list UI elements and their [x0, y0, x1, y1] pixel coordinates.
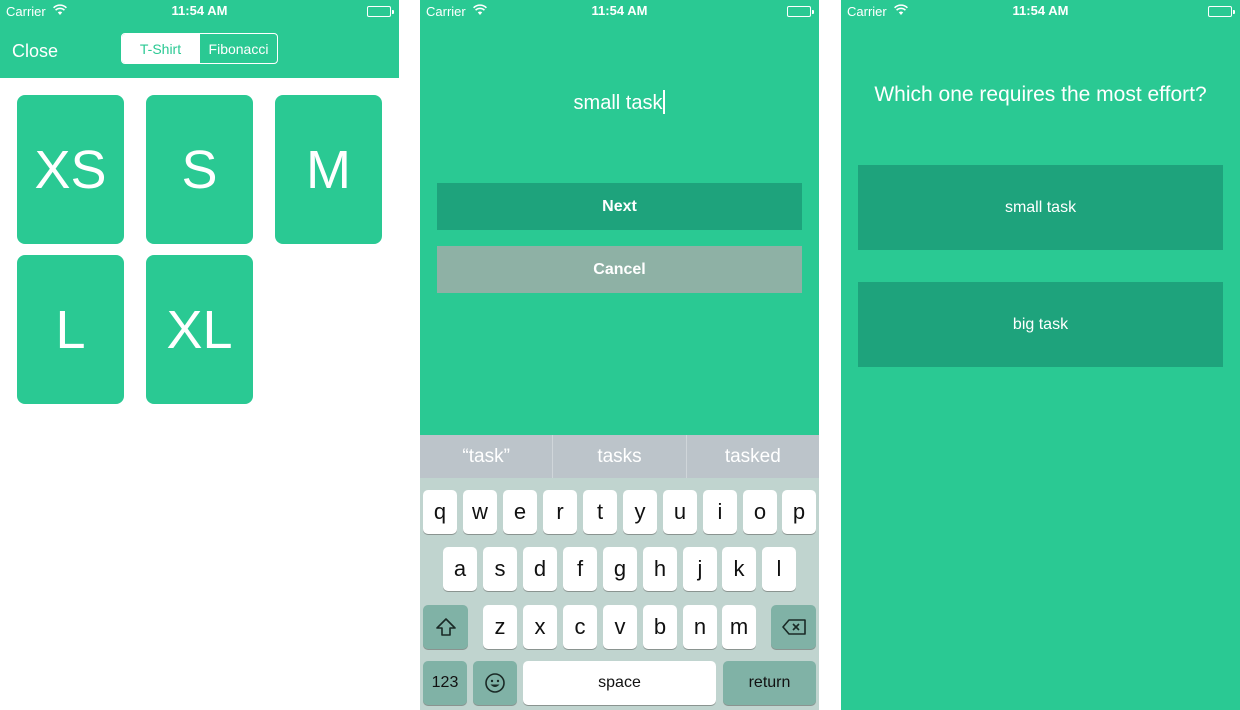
emoji-icon [485, 673, 505, 693]
key-j[interactable]: j [683, 547, 717, 591]
clock: 11:54 AM [591, 3, 648, 18]
key-a[interactable]: a [443, 547, 477, 591]
key-c[interactable]: c [563, 605, 597, 649]
suggestion-1[interactable]: “task” [420, 435, 552, 478]
key-d[interactable]: d [523, 547, 557, 591]
task-name-value: small task [573, 92, 663, 114]
backspace-icon [781, 619, 806, 635]
size-card-xl[interactable]: XL [146, 255, 253, 404]
battery-icon [1208, 6, 1235, 17]
text-cursor [663, 90, 666, 114]
nav-bar: Carrier 11:54 AM Close T-Shirt Fibonacci [0, 0, 399, 78]
key-n[interactable]: n [683, 605, 717, 649]
suggestion-2[interactable]: tasks [552, 435, 685, 478]
comparison-screen: Carrier 11:54 AM Which one requires the … [841, 0, 1240, 710]
size-card-xs[interactable]: XS [17, 95, 124, 244]
suggestion-3[interactable]: tasked [685, 435, 819, 478]
return-key[interactable]: return [723, 661, 816, 705]
size-card-s[interactable]: S [146, 95, 253, 244]
key-x[interactable]: x [523, 605, 557, 649]
key-l[interactable]: l [762, 547, 796, 591]
battery-icon [367, 6, 394, 17]
key-y[interactable]: y [623, 490, 657, 534]
key-w[interactable]: w [463, 490, 497, 534]
key-b[interactable]: b [643, 605, 677, 649]
status-bar: Carrier 11:54 AM [420, 0, 819, 22]
status-bar: Carrier 11:54 AM [0, 0, 399, 22]
comparison-question: Which one requires the most effort? [874, 83, 1207, 106]
key-z[interactable]: z [483, 605, 517, 649]
task-name-input[interactable]: small task [420, 90, 819, 115]
numbers-key[interactable]: 123 [423, 661, 467, 705]
emoji-key[interactable] [473, 661, 517, 705]
clock: 11:54 AM [1012, 3, 1069, 18]
key-t[interactable]: t [583, 490, 617, 534]
key-h[interactable]: h [643, 547, 677, 591]
size-card-m[interactable]: M [275, 95, 382, 244]
status-bar: Carrier 11:54 AM [841, 0, 1240, 22]
cancel-button[interactable]: Cancel [437, 246, 802, 293]
key-o[interactable]: o [743, 490, 777, 534]
key-s[interactable]: s [483, 547, 517, 591]
keyboard: “task” tasks tasked q w e r t y u i o p … [420, 435, 819, 710]
segment-fibonacci[interactable]: Fibonacci [199, 34, 277, 63]
delete-key[interactable] [771, 605, 816, 649]
size-picker-screen: Carrier 11:54 AM Close T-Shirt Fibonacci… [0, 0, 399, 710]
key-v[interactable]: v [603, 605, 637, 649]
key-p[interactable]: p [782, 490, 816, 534]
key-e[interactable]: e [503, 490, 537, 534]
battery-icon [787, 6, 814, 17]
key-g[interactable]: g [603, 547, 637, 591]
shift-icon [435, 618, 456, 636]
choice-button-2[interactable]: big task [858, 282, 1223, 367]
estimation-scale-segmented-control: T-Shirt Fibonacci [121, 33, 278, 64]
choice-button-1[interactable]: small task [858, 165, 1223, 250]
close-button[interactable]: Close [12, 41, 58, 62]
predictive-bar: “task” tasks tasked [420, 435, 819, 478]
key-f[interactable]: f [563, 547, 597, 591]
key-i[interactable]: i [703, 490, 737, 534]
clock: 11:54 AM [171, 3, 228, 18]
task-entry-screen: Carrier 11:54 AM small task Next Cancel … [420, 0, 819, 710]
size-card-l[interactable]: L [17, 255, 124, 404]
key-m[interactable]: m [722, 605, 756, 649]
key-k[interactable]: k [722, 547, 756, 591]
key-r[interactable]: r [543, 490, 577, 534]
key-u[interactable]: u [663, 490, 697, 534]
key-q[interactable]: q [423, 490, 457, 534]
next-button[interactable]: Next [437, 183, 802, 230]
segment-tshirt[interactable]: T-Shirt [122, 34, 199, 63]
shift-key[interactable] [423, 605, 468, 649]
space-key[interactable]: space [523, 661, 716, 705]
